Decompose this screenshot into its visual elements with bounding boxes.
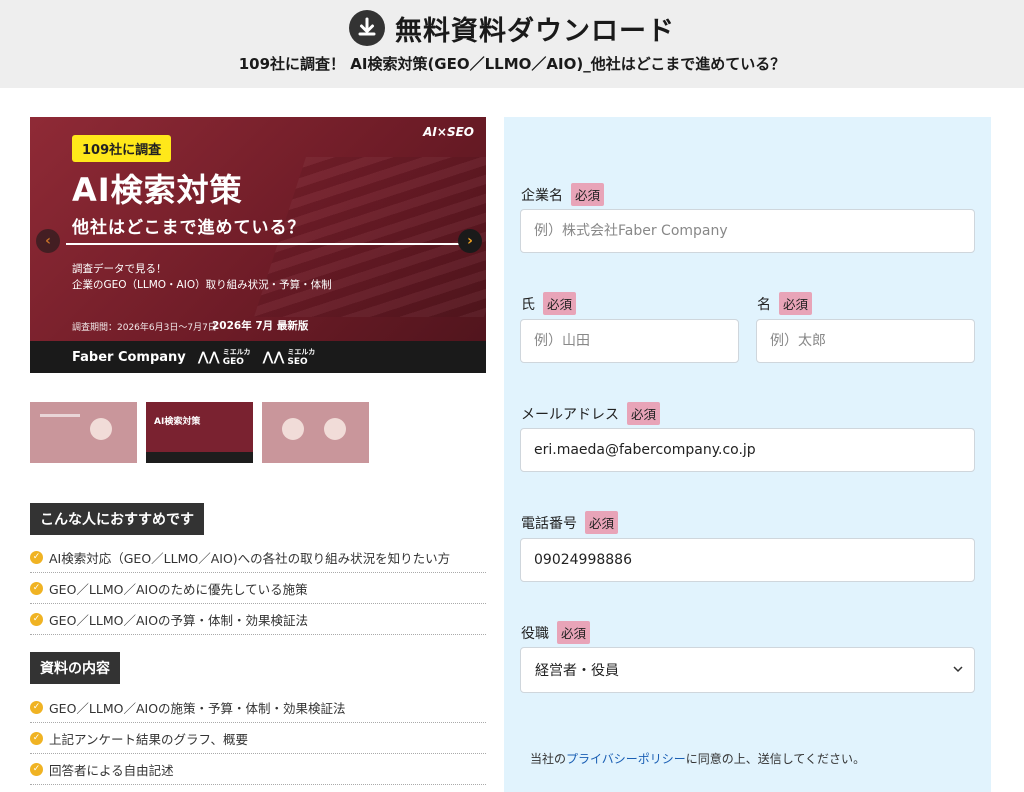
hero-footer-bar: Faber Company ⋀⋀ ミエルカ GEO ⋀⋀ ミエルカ SEO [30,341,486,373]
last-name-label: 氏 [521,296,535,313]
phone-label-row: 電話番号 必須 [521,511,619,534]
list-item-text: 回答者による自由記述 [49,762,174,778]
header-title-row: 無料資料ダウンロード [0,9,1024,47]
logo-prefix-seo: ミエルカ [287,348,316,356]
logo-prefix-geo: ミエルカ [222,348,251,356]
list-item: ✓ 回答者による自由記述 [30,754,486,785]
thumbnail-chart-pie [282,418,304,440]
thumbnail-3[interactable] [262,402,369,463]
download-icon [349,10,385,46]
required-badge: 必須 [557,621,591,644]
list-item: ✓ GEO／LLMO／AIOの施策・予算・体制・効果検証法 [30,692,486,723]
brand-mark: AI×SEO [423,125,474,139]
page-subtitle: 109社に調査！ AI検索対策(GEO／LLMO／AIO)_他社はどこまで進めて… [238,55,786,73]
thumbnail-chart-pie [90,418,112,440]
role-label: 役職 [521,625,549,642]
role-select[interactable]: 経営者・役員 [520,647,975,693]
role-label-row: 役職 必須 [521,621,591,644]
recommend-list: ✓ AI検索対応（GEO／LLMO／AIO)への各社の取り組み状況を知りたい方 … [30,542,486,635]
last-name-label-row: 氏 必須 [521,292,577,315]
role-selected-value: 経営者・役員 [535,663,619,679]
recommend-heading: こんな人におすすめです [30,503,204,535]
check-icon: ✓ [30,550,43,564]
email-label-row: メールアドレス 必須 [521,402,661,425]
list-item: ✓ AI検索対応（GEO／LLMO／AIO)への各社の取り組み状況を知りたい方 [30,542,486,573]
thumbnail-title: AI検索対策 [154,417,201,427]
thumbnail-chart-pie [324,418,346,440]
company-logo: Faber Company [72,349,186,365]
company-label-row: 企業名 必須 [521,183,605,206]
company-label: 企業名 [521,187,563,204]
email-input[interactable] [520,428,975,472]
page-title: 無料資料ダウンロード [395,15,675,47]
list-item-text: GEO／LLMO／AIOのために優先している施策 [49,581,308,597]
list-item-text: 上記アンケート結果のグラフ、概要 [49,731,249,747]
phone-input[interactable] [520,538,975,582]
hero-slide-image: 109社に調査 AI×SEO AI検索対策 他社はどこまで進めている？ ‹ › … [30,117,486,373]
logo-seo-text: SEO [287,357,308,367]
thumbnail-chart-bar [40,414,80,417]
company-input[interactable] [520,209,975,253]
thumbnail-bg [146,402,253,452]
first-name-label: 名 [757,296,771,313]
mieruca-geo-logo: ⋀⋀ ミエルカ GEO [198,347,251,367]
required-badge: 必須 [779,292,813,315]
thumbnail-1[interactable] [30,402,137,463]
first-name-input[interactable] [756,319,975,363]
check-icon: ✓ [30,731,43,745]
thumbnail-2[interactable]: AI検索対策 [146,402,253,463]
check-icon: ✓ [30,762,43,776]
list-item-text: GEO／LLMO／AIOの施策・予算・体制・効果検証法 [49,700,346,716]
hero-divider [66,243,466,245]
check-icon: ✓ [30,612,43,626]
carousel-next-icon[interactable]: › [458,229,482,253]
hero-title: AI検索対策 [72,171,243,209]
check-icon: ✓ [30,581,43,595]
logo-geo-text: GEO [222,357,244,367]
phone-label: 電話番号 [521,515,577,532]
hero-description-line1: 調査データで見る！ [72,263,167,275]
check-icon: ✓ [30,700,43,714]
mountain-icon: ⋀⋀ [197,349,220,365]
list-item: ✓ GEO／LLMO／AIOのために優先している施策 [30,573,486,604]
page-header: 無料資料ダウンロード 109社に調査！ AI検索対策(GEO／LLMO／AIO)… [0,0,1024,88]
list-item-text: AI検索対応（GEO／LLMO／AIO)への各社の取り組み状況を知りたい方 [49,550,451,566]
mieruca-seo-logo: ⋀⋀ ミエルカ SEO [263,347,316,367]
privacy-policy-link[interactable]: プライバシーポリシー [566,752,686,766]
carousel-prev-icon[interactable]: ‹ [36,229,60,253]
list-item: ✓ GEO／LLMO／AIOの予算・体制・効果検証法 [30,604,486,635]
required-badge: 必須 [543,292,577,315]
survey-badge: 109社に調査 [72,135,172,162]
list-item: ✓ 上記アンケート結果のグラフ、概要 [30,723,486,754]
email-label: メールアドレス [521,406,619,423]
thumbnail-strip: AI検索対策 [30,402,369,463]
first-name-label-row: 名 必須 [757,292,813,315]
contents-list: ✓ GEO／LLMO／AIOの施策・予算・体制・効果検証法 ✓ 上記アンケート結… [30,692,486,785]
required-badge: 必須 [585,511,619,534]
survey-period: 調査期間：2026年6月3日〜7月7日 [72,323,217,333]
required-badge: 必須 [571,183,605,206]
required-badge: 必須 [627,402,661,425]
privacy-notice: 当社のプライバシーポリシーに同意の上、送信してください。 [530,750,865,767]
mountain-icon: ⋀⋀ [262,349,285,365]
last-name-input[interactable] [520,319,739,363]
privacy-prefix: 当社の [530,752,567,766]
list-item-text: GEO／LLMO／AIOの予算・体制・効果検証法 [49,612,309,628]
privacy-suffix: に同意の上、送信してください。 [685,752,866,766]
contents-heading: 資料の内容 [30,652,120,684]
edition-label: 2026年 7月 最新版 [212,320,309,332]
hero-subtitle: 他社はどこまで進めている？ [72,218,306,238]
chevron-down-icon [953,666,963,673]
hero-description-line2: 企業のGEO（LLMO・AIO）取り組み状況・予算・体制 [72,279,332,291]
